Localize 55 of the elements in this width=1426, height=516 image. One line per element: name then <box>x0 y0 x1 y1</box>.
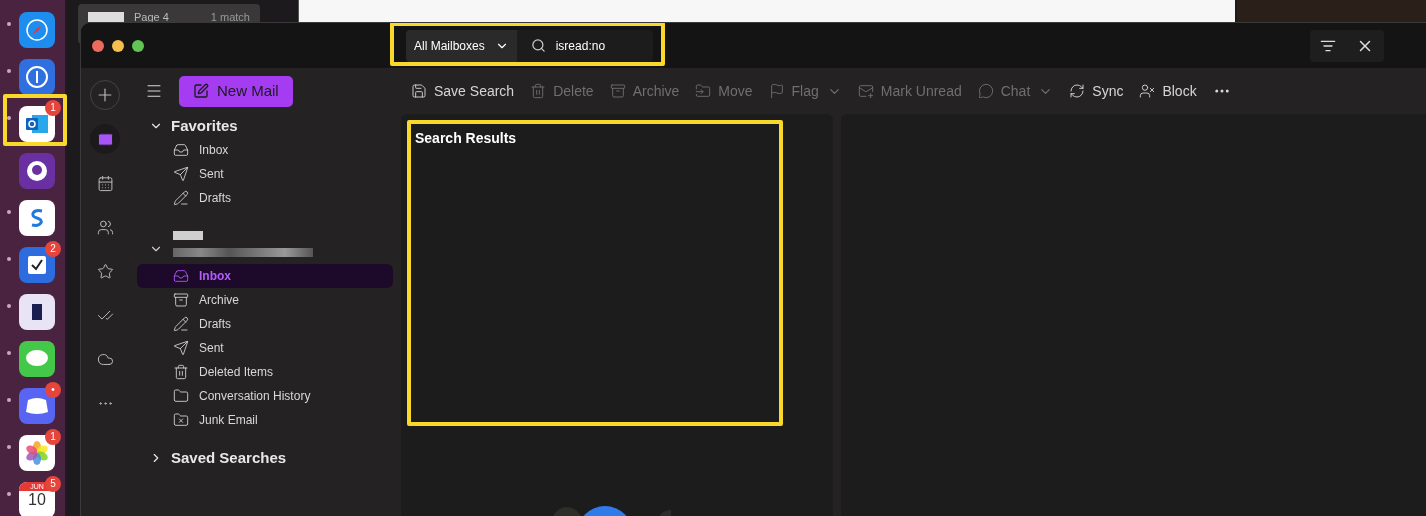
zoom-window-button[interactable] <box>132 39 144 52</box>
folder-item[interactable]: Inbox <box>137 138 393 162</box>
search-icon <box>530 38 546 53</box>
folder-item[interactable]: Sent <box>137 336 393 360</box>
search-field[interactable]: isread:no <box>516 29 653 62</box>
folder-section-header[interactable]: Favorites <box>129 114 401 138</box>
mailbox-scope-dropdown[interactable]: All Mailboxes <box>406 29 517 62</box>
close-window-button[interactable] <box>92 39 104 52</box>
new-mail-button[interactable]: New Mail <box>179 75 293 107</box>
inbox-icon <box>173 142 189 158</box>
folder-item[interactable]: Archive <box>137 288 393 312</box>
folder-arrow-icon <box>695 83 712 99</box>
notification-badge: 5 <box>45 475 61 492</box>
pencil-icon <box>173 316 189 332</box>
flower-glyph-icon <box>24 439 50 466</box>
folder-blocked-icon <box>173 412 189 428</box>
folder-item[interactable]: Drafts <box>137 312 393 336</box>
search-query: isread:no <box>555 37 606 55</box>
match-count: 1 match <box>210 10 250 25</box>
flag-icon <box>768 83 785 99</box>
archive-box-icon <box>173 292 189 308</box>
folder-item[interactable]: Drafts <box>137 186 393 210</box>
save-icon <box>411 83 427 99</box>
folder-item[interactable]: Inbox <box>137 264 393 288</box>
compass-glyph-icon <box>25 17 49 42</box>
folder-item[interactable]: Conversation History <box>137 384 393 408</box>
chat-bubble-icon <box>977 83 994 99</box>
page-thumbnail <box>88 12 124 22</box>
notification-badge: 1 <box>45 99 61 116</box>
folder-item[interactable]: Deleted Items <box>137 360 393 384</box>
toolbar-button[interactable]: Save Search <box>411 80 515 102</box>
send-icon <box>173 166 189 182</box>
folder-icon <box>173 388 189 404</box>
archive-box-icon <box>609 83 626 99</box>
search-results-title: Search Results <box>415 129 517 148</box>
trash-icon <box>530 83 547 99</box>
notification-badge: 2 <box>45 240 61 257</box>
notification-badge: 1 <box>45 428 61 445</box>
folder-section-header[interactable]: Saved Searches <box>129 446 401 470</box>
calendar-day: 10 <box>28 490 46 509</box>
folder-item[interactable]: Sent <box>137 162 393 186</box>
notification-badge: • <box>45 381 61 398</box>
sync-icon <box>1069 83 1086 99</box>
compose-icon <box>193 83 209 99</box>
toolbar-button[interactable]: Block <box>1139 80 1197 102</box>
menu-icon[interactable] <box>145 82 163 100</box>
minimize-window-button[interactable] <box>112 39 124 52</box>
toolbar-button[interactable]: Sync <box>1069 80 1124 102</box>
person-block-icon <box>1139 83 1156 99</box>
folder-item[interactable]: Junk Email <box>137 408 393 432</box>
send-icon <box>173 340 189 356</box>
trash-icon <box>173 364 189 380</box>
inbox-icon <box>173 268 189 284</box>
page-label: Page 4 <box>134 10 169 25</box>
pencil-icon <box>173 190 189 206</box>
